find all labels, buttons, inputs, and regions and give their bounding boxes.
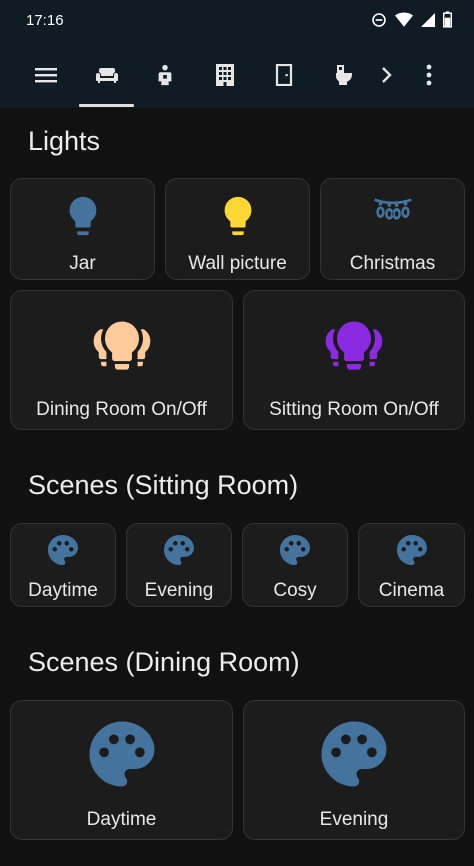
palette-icon xyxy=(277,532,313,568)
tab-sitting-room[interactable] xyxy=(80,42,134,108)
menu-button[interactable] xyxy=(24,42,68,108)
scene-card-sitting-cinema[interactable]: Cinema xyxy=(358,523,465,607)
string-lights-icon xyxy=(366,193,420,233)
toilet-icon xyxy=(335,65,352,85)
palette-icon xyxy=(45,532,81,568)
lightbulb-icon xyxy=(60,191,106,241)
palette-icon xyxy=(315,715,393,793)
light-card-jar[interactable]: Jar xyxy=(10,178,155,280)
scene-label: Evening xyxy=(144,580,214,601)
light-label-wall-picture: Wall picture xyxy=(188,253,287,274)
light-label-christmas: Christmas xyxy=(349,253,436,274)
tab-toilet[interactable] xyxy=(322,42,366,108)
palette-icon xyxy=(161,532,197,568)
section-title-lights: Lights xyxy=(28,126,101,156)
palette-icon xyxy=(394,532,430,568)
lightbulb-group-icon xyxy=(313,313,395,381)
scene-card-dining-daytime[interactable]: Daytime xyxy=(10,700,233,840)
light-label-dining-room: Dining Room On/Off xyxy=(36,399,207,420)
light-card-wall-picture[interactable]: Wall picture xyxy=(165,178,310,280)
section-title-scenes-sitting-room: Scenes (Sitting Room) xyxy=(28,470,299,500)
scene-card-sitting-evening[interactable]: Evening xyxy=(126,523,232,607)
lightbulb-group-icon xyxy=(81,313,163,381)
tab-door[interactable] xyxy=(264,42,304,108)
active-tab-indicator xyxy=(79,104,134,107)
status-icons xyxy=(371,11,452,28)
more-vertical-icon xyxy=(426,64,432,86)
do-not-disturb-icon xyxy=(372,12,386,27)
light-card-sitting-room[interactable]: Sitting Room On/Off xyxy=(243,290,465,430)
light-label-jar: Jar xyxy=(69,253,96,274)
status-time: 17:16 xyxy=(26,12,64,29)
scene-label: Cinema xyxy=(378,580,445,601)
chevron-right-icon xyxy=(382,67,392,83)
light-label-sitting-room: Sitting Room On/Off xyxy=(269,399,439,420)
sofa-icon xyxy=(96,68,118,83)
scene-card-sitting-daytime[interactable]: Daytime xyxy=(10,523,116,607)
light-card-christmas[interactable]: Christmas xyxy=(320,178,465,280)
app-bar xyxy=(0,42,474,108)
scene-card-sitting-cosy[interactable]: Cosy xyxy=(242,523,348,607)
signal-icon xyxy=(421,12,435,27)
scene-label: Evening xyxy=(319,809,389,830)
tab-person[interactable] xyxy=(145,42,185,108)
lightbulb-icon xyxy=(215,191,261,241)
person-icon xyxy=(158,64,172,86)
battery-icon xyxy=(443,11,452,28)
door-icon xyxy=(275,64,293,86)
tab-office[interactable] xyxy=(205,42,245,108)
palette-icon xyxy=(83,715,161,793)
scene-label: Daytime xyxy=(28,580,98,601)
scroll-tabs-button[interactable] xyxy=(374,42,400,108)
scene-card-dining-evening[interactable]: Evening xyxy=(243,700,465,840)
overflow-menu-button[interactable] xyxy=(414,42,444,108)
wifi-icon xyxy=(395,12,413,27)
scene-label: Daytime xyxy=(86,809,157,830)
light-card-dining-room[interactable]: Dining Room On/Off xyxy=(10,290,233,430)
scene-label: Cosy xyxy=(273,580,317,601)
menu-icon xyxy=(35,68,57,83)
office-building-icon xyxy=(216,64,234,86)
status-bar: 17:16 xyxy=(0,0,474,42)
section-title-scenes-dining-room: Scenes (Dining Room) xyxy=(28,647,300,677)
